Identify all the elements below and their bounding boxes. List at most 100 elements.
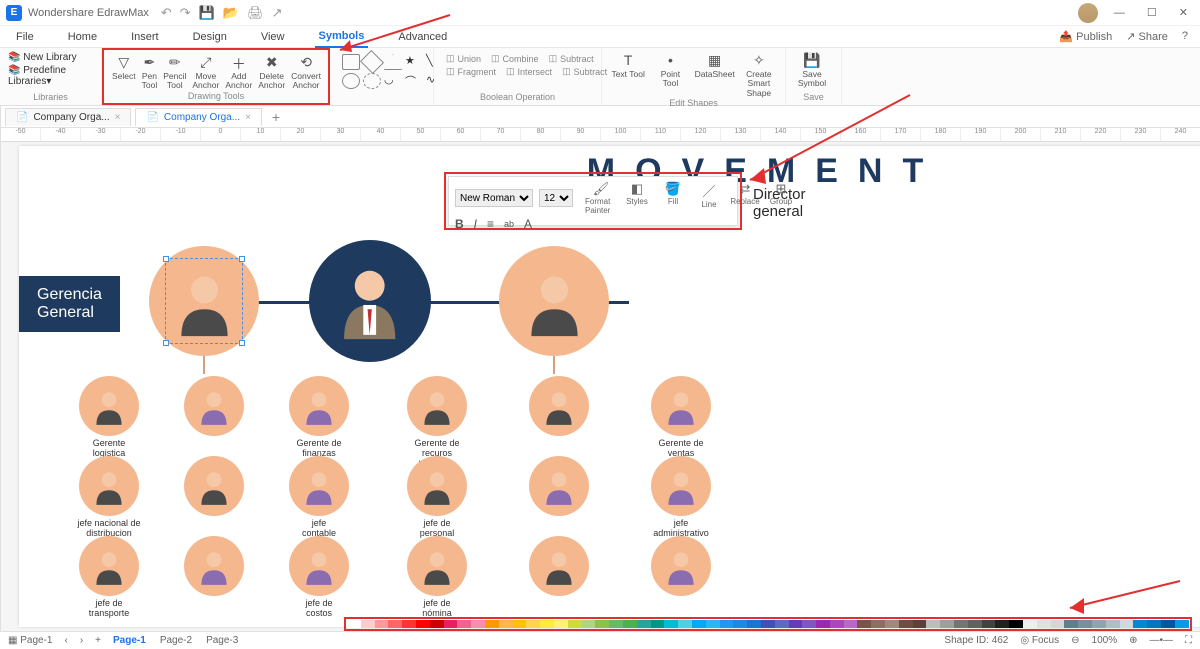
page-indicator[interactable]: ▦ Page-1 [8, 635, 52, 646]
color-swatch[interactable] [1023, 620, 1037, 628]
delete-anchor-tool[interactable]: ✖Delete Anchor [258, 54, 285, 91]
share-button[interactable]: ↗ Share [1126, 30, 1168, 43]
save-symbol-button[interactable]: 💾Save Symbol [794, 52, 830, 89]
edit-tool-2[interactable]: ▦DataSheet [695, 52, 735, 79]
color-swatch[interactable] [623, 620, 637, 628]
fragment-button[interactable]: ◫ Fragment [442, 65, 500, 78]
color-swatch[interactable] [1106, 620, 1120, 628]
color-swatch[interactable] [789, 620, 803, 628]
minimize-button[interactable]: — [1108, 7, 1131, 19]
color-swatch[interactable] [582, 620, 596, 628]
doc-tab-1[interactable]: 📄 Company Orga... × [5, 108, 131, 126]
user-avatar[interactable] [1078, 3, 1098, 23]
color-swatch[interactable] [1161, 620, 1175, 628]
ft-line[interactable]: ／Line [693, 181, 725, 215]
color-swatch[interactable] [940, 620, 954, 628]
color-swatch[interactable] [899, 620, 913, 628]
color-swatch[interactable] [1051, 620, 1065, 628]
color-swatch[interactable] [375, 620, 389, 628]
color-palette-bar[interactable] [344, 617, 1192, 631]
color-swatch[interactable] [995, 620, 1009, 628]
color-swatch[interactable] [775, 620, 789, 628]
shape-picker[interactable]: ★╲ ◡⌒∿ [338, 50, 425, 93]
new-tab-button[interactable]: + [266, 109, 286, 125]
font-color-button[interactable]: A [524, 217, 532, 231]
org-node[interactable]: jefe contable [279, 456, 359, 539]
ft-format painter[interactable]: 🖌Format Painter [585, 181, 617, 215]
select-tool[interactable]: ▽Select [112, 54, 136, 81]
color-swatch[interactable] [747, 620, 761, 628]
fit-button[interactable]: ⛶ [1185, 635, 1192, 646]
export-icon[interactable]: ↗ [272, 5, 283, 21]
doc-tab-2[interactable]: 📄 Company Orga... × [135, 108, 261, 126]
org-node[interactable]: Gerente de finanzas [279, 376, 359, 459]
org-node[interactable]: jefe de nómina [397, 536, 477, 619]
menu-design[interactable]: Design [189, 27, 231, 47]
color-swatch[interactable] [471, 620, 485, 628]
org-node[interactable] [174, 536, 254, 596]
page-tab-2[interactable]: Page-2 [160, 635, 192, 646]
publish-button[interactable]: 📤 Publish [1059, 30, 1112, 43]
add-page[interactable]: + [95, 635, 101, 646]
color-swatch[interactable] [526, 620, 540, 628]
color-swatch[interactable] [568, 620, 582, 628]
color-swatch[interactable] [830, 620, 844, 628]
color-swatch[interactable] [926, 620, 940, 628]
node-gerencia-right[interactable] [499, 246, 609, 356]
color-swatch[interactable] [595, 620, 609, 628]
org-node[interactable] [174, 376, 254, 436]
print-icon[interactable]: 🖨 [247, 5, 264, 21]
menu-advanced[interactable]: Advanced [394, 27, 451, 47]
color-swatch[interactable] [430, 620, 444, 628]
org-node[interactable]: Gerente de ventas [641, 376, 721, 459]
menu-symbols[interactable]: Symbols [315, 26, 369, 48]
ft-group[interactable]: ⊞Group [765, 181, 797, 215]
zoom-out[interactable]: ⊖ [1071, 635, 1079, 646]
color-swatch[interactable] [844, 620, 858, 628]
union-button[interactable]: ◫ Union [442, 52, 485, 65]
menu-insert[interactable]: Insert [127, 27, 163, 47]
color-swatch[interactable] [651, 620, 665, 628]
color-swatch[interactable] [402, 620, 416, 628]
open-icon[interactable]: 📂 [223, 5, 239, 21]
color-swatch[interactable] [720, 620, 734, 628]
ft-styles[interactable]: ◧Styles [621, 181, 653, 215]
italic-button[interactable]: I [474, 217, 477, 231]
color-swatch[interactable] [513, 620, 527, 628]
subtract1-button[interactable]: ◫ Subtract [545, 52, 598, 65]
color-swatch[interactable] [485, 620, 499, 628]
intersect-button[interactable]: ◫ Intersect [502, 65, 556, 78]
color-swatch[interactable] [982, 620, 996, 628]
color-swatch[interactable] [733, 620, 747, 628]
color-swatch[interactable] [761, 620, 775, 628]
combine-button[interactable]: ◫ Combine [487, 52, 543, 65]
color-swatch[interactable] [885, 620, 899, 628]
zoom-slider[interactable]: —•— [1149, 635, 1173, 646]
menu-home[interactable]: Home [64, 27, 101, 47]
org-node[interactable]: jefe nacional de distribucion [69, 456, 149, 539]
color-swatch[interactable] [1147, 620, 1161, 628]
node-director[interactable] [309, 240, 431, 362]
menu-file[interactable]: File [12, 27, 38, 47]
color-swatch[interactable] [1092, 620, 1106, 628]
page-tab-1[interactable]: Page-1 [113, 635, 146, 646]
floating-format-toolbar[interactable]: New Roman 12 🖌Format Painter◧Styles🪣Fill… [448, 176, 738, 226]
org-node[interactable] [174, 456, 254, 516]
org-node[interactable] [519, 456, 599, 516]
color-swatch[interactable] [664, 620, 678, 628]
add-anchor-tool[interactable]: ＋Add Anchor [225, 54, 252, 91]
color-swatch[interactable] [857, 620, 871, 628]
color-swatch[interactable] [692, 620, 706, 628]
edit-tool-3[interactable]: ✧Create Smart Shape [741, 52, 777, 98]
color-swatch[interactable] [968, 620, 982, 628]
color-swatch[interactable] [609, 620, 623, 628]
color-swatch[interactable] [1175, 620, 1189, 628]
font-family-select[interactable]: New Roman [455, 189, 533, 207]
font-size-select[interactable]: 12 [539, 189, 573, 207]
close-button[interactable]: ✕ [1173, 6, 1194, 19]
org-node[interactable]: Gerente logistica [69, 376, 149, 459]
org-node[interactable]: jefe de costos [279, 536, 359, 619]
color-swatch[interactable] [1064, 620, 1078, 628]
org-node[interactable] [641, 536, 721, 596]
align-button[interactable]: ≡ [487, 217, 494, 231]
